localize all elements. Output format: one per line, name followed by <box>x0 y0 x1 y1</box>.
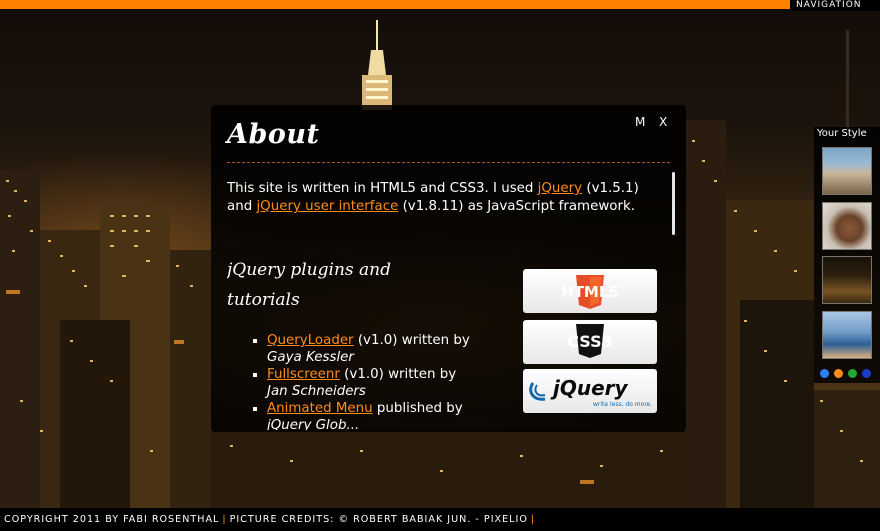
plugin-author: Gaya Kessler <box>267 350 354 365</box>
css3-numeral: CSS3 <box>567 332 613 351</box>
coastal-town-thumbnail[interactable] <box>822 147 872 195</box>
about-content: This site is written in HTML5 and CSS3. … <box>227 180 667 430</box>
queryloader-link[interactable]: QueryLoader <box>267 333 354 348</box>
jquery-tagline: write less, do more. <box>593 401 652 408</box>
lake-town-thumbnail[interactable] <box>822 311 872 359</box>
intro-text: This site is written in HTML5 and CSS3. … <box>227 181 538 196</box>
plugin-author: Jan Schneiders <box>267 384 366 399</box>
plugin-text: (v1.0) written by <box>339 367 457 382</box>
html5-shield-icon: HTML5 <box>561 275 619 309</box>
animated-menu-link[interactable]: Animated Menu <box>267 401 373 416</box>
css3-shield-icon: CSS3 <box>567 324 613 358</box>
orange-color-dot[interactable] <box>834 369 843 378</box>
minimize-button[interactable]: M <box>635 115 645 129</box>
content-scrollbar[interactable] <box>672 172 675 235</box>
footer-separator: | <box>222 514 227 525</box>
site-footer: COPYRIGHT 2011 BY FABI ROSENTHAL | PICTURE… <box>0 508 880 531</box>
jquery-wordmark: jQuery <box>550 376 629 400</box>
footer-separator: | <box>530 514 536 525</box>
navy-color-dot[interactable] <box>862 369 871 378</box>
blue-color-dot[interactable] <box>820 369 829 378</box>
navigation-menu-button[interactable]: NAVIGATION <box>790 0 880 11</box>
plugin-author: jQuery Glob... <box>267 418 360 430</box>
title-separator <box>227 162 670 163</box>
jquery-link[interactable]: jQuery <box>538 181 582 196</box>
plugins-list: QueryLoader (v1.0) written by Gaya Kessl… <box>251 332 471 430</box>
jquery-logo: jQuery write less, do more. <box>523 369 657 413</box>
list-item: Fullscreenr (v1.0) written by Jan Schnei… <box>267 366 471 400</box>
picture-credits-text: PICTURE CREDITS: © ROBERT BABIAK JUN. - … <box>229 514 528 525</box>
top-accent-bar <box>0 0 790 9</box>
about-window: About M X This site is written in HTML5 … <box>211 105 686 432</box>
html5-logo: HTML5 <box>523 269 657 313</box>
plugin-text: (v1.0) written by <box>353 333 470 348</box>
style-chooser-title: Your Style <box>817 128 867 139</box>
html5-numeral: HTML5 <box>561 283 619 301</box>
brown-texture-thumbnail[interactable] <box>822 202 872 250</box>
style-chooser-panel: Your Style <box>814 127 880 383</box>
about-window-title: About <box>227 119 320 150</box>
jquery-swirl-icon: jQuery write less, do more. <box>529 376 652 408</box>
city-night-thumbnail[interactable] <box>822 256 872 304</box>
jquery-ui-link[interactable]: jQuery user interface <box>256 199 398 214</box>
green-color-dot[interactable] <box>848 369 857 378</box>
intro-text: (v1.8.11) as JavaScript framework. <box>398 199 635 214</box>
plugins-heading: jQuery plugins and tutorials <box>227 260 391 310</box>
list-item: Animated Menu published by jQuery Glob..… <box>267 400 471 430</box>
css3-logo: CSS3 <box>523 320 657 364</box>
close-button[interactable]: X <box>659 115 667 129</box>
intro-paragraph: This site is written in HTML5 and CSS3. … <box>227 180 647 216</box>
copyright-text: COPYRIGHT 2011 BY FABI ROSENTHAL <box>4 514 220 525</box>
list-item: QueryLoader (v1.0) written by Gaya Kessl… <box>267 332 471 366</box>
fullscreenr-link[interactable]: Fullscreenr <box>267 367 340 382</box>
plugin-text: published by <box>372 401 463 416</box>
